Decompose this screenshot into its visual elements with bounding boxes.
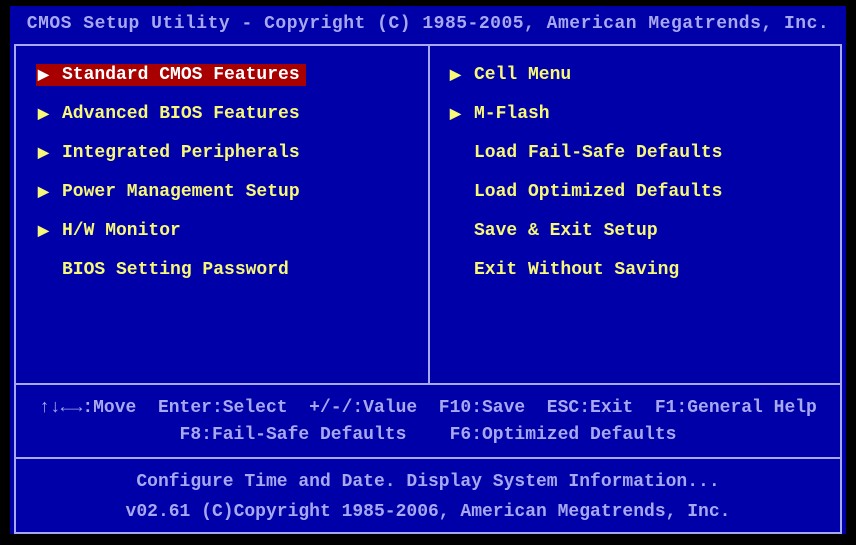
footer-area: Configure Time and Date. Display System … — [16, 459, 840, 532]
help-line-1: ↑↓←→:Move Enter:Select +/-/:Value F10:Sa… — [30, 395, 826, 422]
menu-item-standard-cmos-features[interactable]: ▶ Standard CMOS Features — [36, 64, 306, 86]
menu-item-label: Load Fail-Safe Defaults — [474, 143, 722, 163]
menu-left-column: ▶ Standard CMOS Features ▶ Advanced BIOS Fe… — [16, 46, 428, 383]
menu-item-label: Exit Without Saving — [474, 260, 679, 280]
context-help-text: Configure Time and Date. Display System … — [30, 467, 826, 498]
menu-item-label: Integrated Peripherals — [62, 143, 300, 163]
menu-item-label: BIOS Setting Password — [62, 260, 289, 280]
submenu-arrow-icon: ▶ — [38, 145, 52, 162]
menu-item-label: Load Optimized Defaults — [474, 182, 722, 202]
menu-item-label: Standard CMOS Features — [62, 65, 300, 85]
menu-item-label: Advanced BIOS Features — [62, 104, 300, 124]
submenu-arrow-icon: ▶ — [450, 67, 464, 84]
menu-item-integrated-peripherals[interactable]: ▶ Integrated Peripherals — [38, 142, 418, 164]
submenu-arrow-icon: ▶ — [38, 223, 52, 240]
submenu-arrow-icon: ▶ — [38, 106, 52, 123]
menu-item-label: Cell Menu — [474, 65, 571, 85]
menu-item-load-fail-safe-defaults[interactable]: ▶Load Fail-Safe Defaults — [450, 142, 830, 164]
help-line-2: F8:Fail-Safe Defaults F6:Optimized Defau… — [30, 422, 826, 449]
bios-setup-screen: CMOS Setup Utility - Copyright (C) 1985-… — [10, 6, 846, 534]
submenu-arrow-icon: ▶ — [38, 67, 52, 84]
menu-item-cell-menu[interactable]: ▶ Cell Menu — [450, 64, 830, 86]
menu-item-save-exit-setup[interactable]: ▶Save & Exit Setup — [450, 220, 830, 242]
menu-item-load-optimized-defaults[interactable]: ▶Load Optimized Defaults — [450, 181, 830, 203]
menu-item-bios-setting-password[interactable]: ▶BIOS Setting Password — [38, 259, 418, 281]
menu-area: ▶ Standard CMOS Features ▶ Advanced BIOS Fe… — [16, 46, 840, 383]
bios-header: CMOS Setup Utility - Copyright (C) 1985-… — [10, 6, 846, 44]
bios-main-border: ▶ Standard CMOS Features ▶ Advanced BIOS Fe… — [14, 44, 842, 534]
menu-item-power-management-setup[interactable]: ▶ Power Management Setup — [38, 181, 418, 203]
menu-item-advanced-bios-features[interactable]: ▶ Advanced BIOS Features — [38, 103, 418, 125]
menu-item-label: H/W Monitor — [62, 221, 181, 241]
column-divider — [428, 46, 430, 383]
menu-item-label: Save & Exit Setup — [474, 221, 658, 241]
submenu-arrow-icon: ▶ — [450, 106, 464, 123]
menu-item-exit-without-saving[interactable]: ▶Exit Without Saving — [450, 259, 830, 281]
help-bar: ↑↓←→:Move Enter:Select +/-/:Value F10:Sa… — [16, 385, 840, 457]
menu-item-label: Power Management Setup — [62, 182, 300, 202]
bios-version-text: v02.61 (C)Copyright 1985-2006, American … — [30, 497, 826, 528]
menu-right-column: ▶ Cell Menu ▶ M-Flash ▶Load Fail-Safe Defaul… — [428, 46, 840, 383]
menu-item-h-w-monitor[interactable]: ▶ H/W Monitor — [38, 220, 418, 242]
menu-item-label: M-Flash — [474, 104, 550, 124]
submenu-arrow-icon: ▶ — [38, 184, 52, 201]
menu-item-m-flash[interactable]: ▶ M-Flash — [450, 103, 830, 125]
